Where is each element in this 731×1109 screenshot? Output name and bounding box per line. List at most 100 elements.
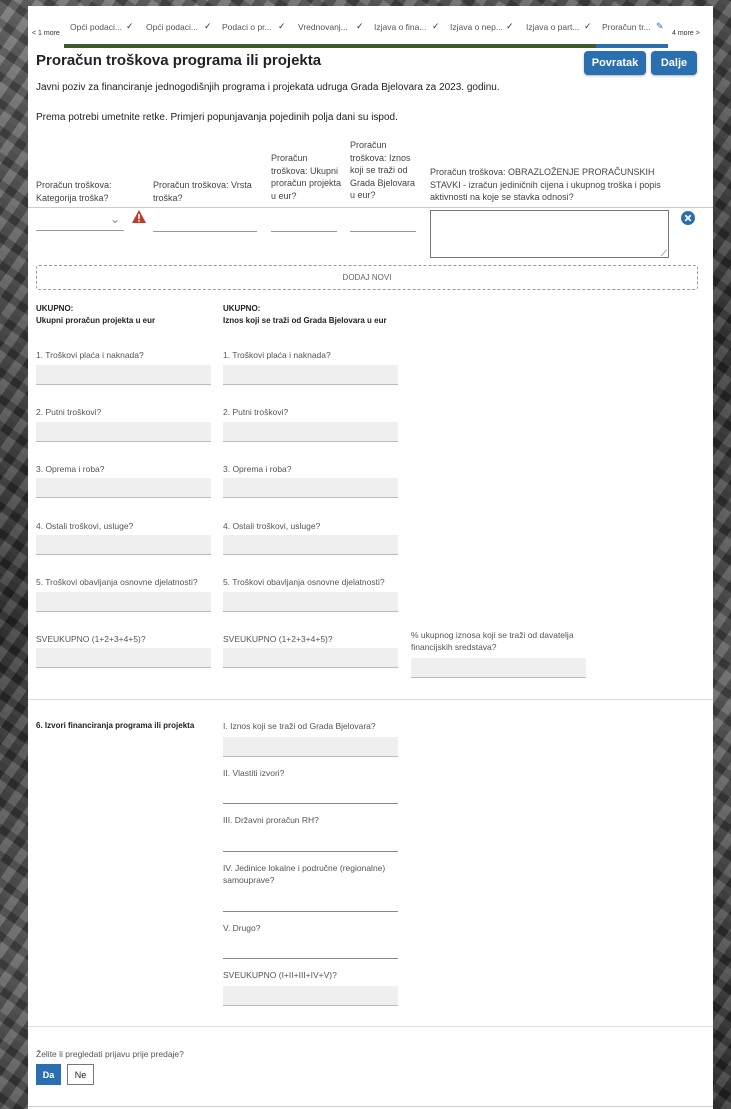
totals-right-heading: UKUPNO: Iznos koji se traži od Grada Bje…: [223, 303, 387, 327]
column-header-requested: Proračun troškova: Iznos koji se traži o…: [350, 140, 416, 200]
review-question: Želite li pregledati prijavu prije preda…: [36, 1049, 184, 1059]
check-icon: ✓: [126, 21, 134, 31]
page-title: Proračun troškova programa ili projekta: [36, 52, 322, 69]
percent-field[interactable]: [411, 658, 586, 678]
divider: [28, 1026, 713, 1027]
field-label: SVEUKUPNO (1+2+3+4+5)?: [223, 634, 333, 644]
check-icon: ✓: [432, 21, 440, 31]
stepper-prev-more[interactable]: < 1 more: [32, 30, 60, 37]
step-label: Podaci o pr...: [222, 22, 272, 32]
warning-icon: [132, 210, 146, 228]
check-icon: ✓: [278, 21, 286, 31]
step-3[interactable]: Podaci o pr... ✓: [216, 18, 292, 48]
form-card: < 1 more Opći podaci... ✓ Opći podaci...…: [28, 6, 713, 1109]
heading-line: UKUPNO:: [36, 304, 74, 313]
back-button[interactable]: Povratak: [584, 51, 646, 75]
requested-operations-field[interactable]: [223, 592, 398, 612]
step-label: Proračun tr...: [602, 22, 651, 32]
heading-line: Ukupni proračun projekta u eur: [36, 316, 156, 325]
step-8-current[interactable]: Proračun tr... ✎: [596, 18, 668, 48]
field-label: 4. Ostali troškovi, usluge?: [36, 521, 134, 531]
totals-left-heading: UKUPNO: Ukupni proračun projekta u eur: [36, 303, 155, 327]
field-label: II. Vlastiti izvori?: [223, 768, 285, 778]
source-city-field[interactable]: [223, 737, 398, 757]
review-no-button[interactable]: Ne: [67, 1064, 94, 1085]
field-label: I. Iznos koji se traži od Grada Bjelovar…: [223, 721, 376, 731]
total-salaries-field[interactable]: [36, 365, 211, 385]
source-own-field[interactable]: [223, 784, 398, 804]
wizard-stepper: < 1 more Opći podaci... ✓ Opći podaci...…: [28, 18, 713, 48]
step-2[interactable]: Opći podaci... ✓: [140, 18, 216, 48]
total-operations-field[interactable]: [36, 592, 211, 612]
next-button[interactable]: Dalje: [651, 51, 697, 75]
field-label: V. Drugo?: [223, 923, 261, 933]
step-label: Vrednovanj...: [298, 22, 348, 32]
step-5[interactable]: Izjava o fina... ✓: [368, 18, 444, 48]
column-header-type: Proračun troškova: Vrsta troška?: [153, 180, 252, 203]
step-label: Opći podaci...: [146, 22, 198, 32]
sources-heading: 6. Izvori financiranja programa ili proj…: [36, 721, 195, 730]
review-yes-button[interactable]: Da: [36, 1064, 61, 1085]
step-1[interactable]: Opći podaci... ✓: [64, 18, 140, 48]
heading-line: UKUPNO:: [223, 304, 261, 313]
total-travel-field[interactable]: [36, 422, 211, 442]
step-6[interactable]: Izjava o nep... ✓: [444, 18, 520, 48]
column-header-category: Proračun troškova: Kategorija troška?: [36, 180, 112, 203]
step-7[interactable]: Izjava o part... ✓: [520, 18, 596, 48]
divider: [28, 1106, 713, 1107]
remove-row-icon[interactable]: [681, 211, 695, 230]
divider: [28, 699, 713, 700]
check-icon: ✓: [584, 21, 592, 31]
heading-line: Iznos koji se traži od Grada Bjelovara u…: [223, 316, 387, 325]
total-other-field[interactable]: [36, 535, 211, 555]
total-equipment-field[interactable]: [36, 478, 211, 498]
field-label: 3. Oprema i roba?: [36, 464, 105, 474]
justification-textarea[interactable]: ⟋: [430, 210, 669, 258]
requested-sum-field[interactable]: [223, 648, 398, 668]
category-select[interactable]: ⌄: [36, 212, 124, 231]
field-label: 2. Putni troškovi?: [36, 407, 102, 417]
check-icon: ✓: [204, 21, 212, 31]
requested-equipment-field[interactable]: [223, 478, 398, 498]
instructions-text: Prema potrebi umetnite retke. Primjeri p…: [36, 112, 398, 123]
add-row-button[interactable]: DODAJ NOVI: [36, 265, 698, 290]
chevron-down-icon: ⌄: [109, 212, 120, 226]
field-label: 4. Ostali troškovi, usluge?: [223, 521, 321, 531]
column-header-justification: Proračun troškova: OBRAZLOŽENJE PRORAČUN…: [430, 167, 661, 202]
field-label: SVEUKUPNO (1+2+3+4+5)?: [36, 634, 146, 644]
step-4[interactable]: Vrednovanj... ✓: [292, 18, 368, 48]
requested-salaries-field[interactable]: [223, 365, 398, 385]
total-input[interactable]: [271, 213, 337, 232]
pencil-icon: ✎: [656, 21, 664, 31]
requested-travel-field[interactable]: [223, 422, 398, 442]
check-icon: ✓: [506, 21, 514, 31]
divider: [28, 207, 713, 208]
intro-text: Javni poziv za financiranje jednogodišnj…: [36, 82, 500, 93]
step-label: Izjava o fina...: [374, 22, 427, 32]
check-icon: ✓: [356, 21, 364, 31]
field-label: III. Državni proračun RH?: [223, 815, 319, 825]
step-label: Izjava o nep...: [450, 22, 503, 32]
requested-input[interactable]: [350, 213, 416, 232]
field-label: 1. Troškovi plaća i naknada?: [36, 350, 144, 360]
field-label: 3. Oprema i roba?: [223, 464, 292, 474]
field-label: 5. Troškovi obavljanja osnovne djelatnos…: [36, 577, 198, 587]
source-other-field[interactable]: [223, 939, 398, 959]
requested-other-field[interactable]: [223, 535, 398, 555]
field-label: 2. Putni troškovi?: [223, 407, 289, 417]
source-state-field[interactable]: [223, 832, 398, 852]
field-label: 1. Troškovi plaća i naknada?: [223, 350, 331, 360]
field-label: 5. Troškovi obavljanja osnovne djelatnos…: [223, 577, 385, 587]
type-input[interactable]: [153, 213, 257, 232]
field-label: IV. Jedinice lokalne i područne (regiona…: [223, 863, 386, 885]
step-label: Opći podaci...: [70, 22, 122, 32]
source-local-field[interactable]: [223, 892, 398, 912]
percent-label: % ukupnog iznosa koji se traži od davate…: [411, 630, 574, 652]
source-sum-field[interactable]: [223, 986, 398, 1006]
stepper-next-more[interactable]: 4 more >: [672, 30, 700, 37]
total-sum-field[interactable]: [36, 648, 211, 668]
field-label: SVEUKUPNO (I+II+III+IV+V)?: [223, 970, 337, 980]
step-label: Izjava o part...: [526, 22, 580, 32]
column-header-total: Proračun troškova: Ukupni proračun proje…: [271, 153, 342, 201]
resize-handle-icon[interactable]: ⟋: [661, 248, 667, 259]
